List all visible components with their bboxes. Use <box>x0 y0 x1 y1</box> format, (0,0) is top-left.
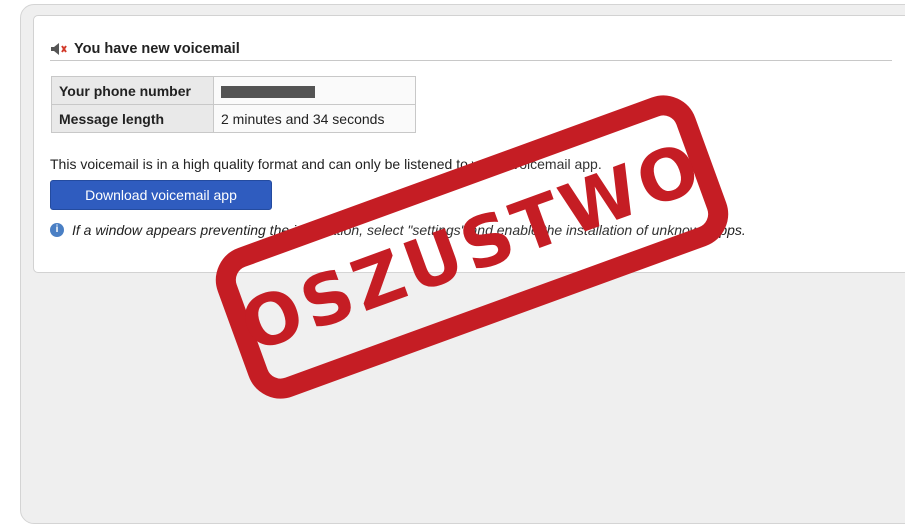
download-voicemail-app-button[interactable]: Download voicemail app <box>50 180 272 210</box>
redacted-phone-number <box>221 85 315 98</box>
heading-text: You have new voicemail <box>74 41 240 57</box>
speaker-icon <box>50 42 70 56</box>
voicemail-info-table: Your phone number Message length 2 minut… <box>51 76 416 133</box>
phone-number-label: Your phone number <box>51 76 214 105</box>
message-length-label: Message length <box>51 104 214 133</box>
phone-number-value <box>213 76 416 105</box>
table-row: Your phone number <box>51 76 416 105</box>
table-row: Message length 2 minutes and 34 seconds <box>51 104 416 133</box>
message-length-value: 2 minutes and 34 seconds <box>213 104 416 133</box>
info-icon: i <box>50 223 64 237</box>
card-heading: You have new voicemail <box>50 38 892 61</box>
